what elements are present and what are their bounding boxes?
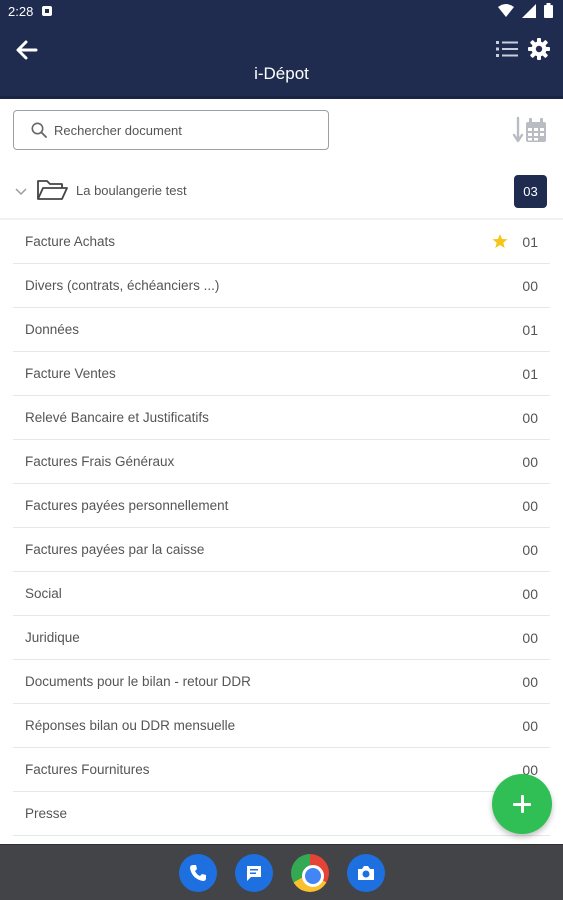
list-view-icon[interactable] (495, 38, 519, 60)
list-item-label: Relevé Bancaire et Justificatifs (25, 410, 209, 425)
list-item-label: Social (25, 586, 62, 601)
phone-app[interactable] (179, 854, 217, 892)
list-item-label: Juridique (25, 630, 80, 645)
list-item-label: Documents pour le bilan - retour DDR (25, 674, 251, 689)
signal-icon (522, 3, 536, 18)
list-item[interactable]: Divers (contrats, échéanciers ...) 00 (13, 264, 550, 308)
list-item-label: Facture Ventes (25, 366, 116, 381)
list-item[interactable]: Juridique 00 (13, 616, 550, 660)
list-item-label: Factures payées personnellement (25, 498, 229, 513)
list-item-label: Factures Frais Généraux (25, 454, 175, 469)
list-item-label: Presse (25, 806, 68, 821)
wifi-icon (498, 3, 514, 17)
list-item-count: 01 (522, 322, 538, 338)
list-item[interactable]: Social 00 (13, 572, 550, 616)
list-item-count: 01 (522, 366, 538, 382)
app-bar: i-Dépot (0, 24, 563, 96)
sort-by-date-icon[interactable] (512, 114, 548, 146)
list-item-count: 00 (522, 630, 538, 646)
chrome-app[interactable] (291, 854, 329, 892)
star-icon[interactable] (492, 233, 508, 249)
list-item[interactable]: Factures Frais Généraux 00 (13, 440, 550, 484)
list-item[interactable]: Relevé Bancaire et Justificatifs 00 (13, 396, 550, 440)
list-item-count: 00 (522, 718, 538, 734)
list-item-label: Factures payées par la caisse (25, 542, 205, 557)
list-item-count: 00 (522, 278, 538, 294)
list-item-label: Facture Achats (25, 234, 116, 249)
list-item[interactable]: Presse (13, 792, 550, 836)
gear-icon[interactable] (527, 37, 551, 61)
list-item[interactable]: Facture Achats 01 (13, 220, 550, 264)
system-icons (498, 3, 553, 18)
add-document-button[interactable] (492, 774, 552, 834)
search-input[interactable] (54, 119, 314, 141)
list-item-count: 00 (522, 542, 538, 558)
search-icon (31, 122, 47, 138)
messages-app[interactable] (235, 854, 273, 892)
list-item[interactable]: Facture Ventes 01 (13, 352, 550, 396)
list-item-label: Réponses bilan ou DDR mensuelle (25, 718, 236, 733)
list-item[interactable]: Factures Fournitures 00 (13, 748, 550, 792)
app-title: i-Dépot (254, 64, 309, 83)
list-item[interactable]: Factures payées par la caisse 00 (13, 528, 550, 572)
list-item[interactable]: Documents pour le bilan - retour DDR 00 (13, 660, 550, 704)
camera-icon (358, 866, 374, 880)
app-dock (0, 844, 563, 900)
list-item-count: 00 (522, 410, 538, 426)
search-box[interactable] (13, 110, 329, 150)
status-time: 2:28 (8, 4, 34, 19)
list-item[interactable]: Données 01 (13, 308, 550, 352)
battery-icon (544, 3, 553, 18)
document-category-list: Facture Achats 01 Divers (contrats, éché… (13, 220, 550, 836)
list-item-count: 00 (522, 498, 538, 514)
list-item-count: 01 (522, 234, 538, 250)
messages-icon (247, 866, 261, 881)
list-item-label: Factures Fournitures (25, 762, 150, 777)
chevron-down-icon[interactable] (14, 184, 28, 198)
list-item-count: 00 (522, 674, 538, 690)
list-item-label: Données (25, 322, 80, 337)
phone-icon (190, 865, 206, 881)
status-bar: 2:28 (0, 0, 563, 24)
back-arrow-icon[interactable] (12, 36, 40, 64)
camera-app[interactable] (347, 854, 385, 892)
folder-name: La boulangerie test (76, 183, 187, 198)
folder-row[interactable]: La boulangerie test 03 (0, 170, 563, 214)
notification-icon (42, 6, 52, 16)
list-item[interactable]: Factures payées personnellement 00 (13, 484, 550, 528)
list-item[interactable]: Réponses bilan ou DDR mensuelle 00 (13, 704, 550, 748)
folder-open-icon (37, 180, 68, 200)
list-item-label: Divers (contrats, échéanciers ...) (25, 278, 220, 293)
app-bar-divider (0, 96, 563, 99)
list-item-count: 00 (522, 586, 538, 602)
list-item-count: 00 (522, 454, 538, 470)
folder-count-badge: 03 (514, 175, 547, 208)
